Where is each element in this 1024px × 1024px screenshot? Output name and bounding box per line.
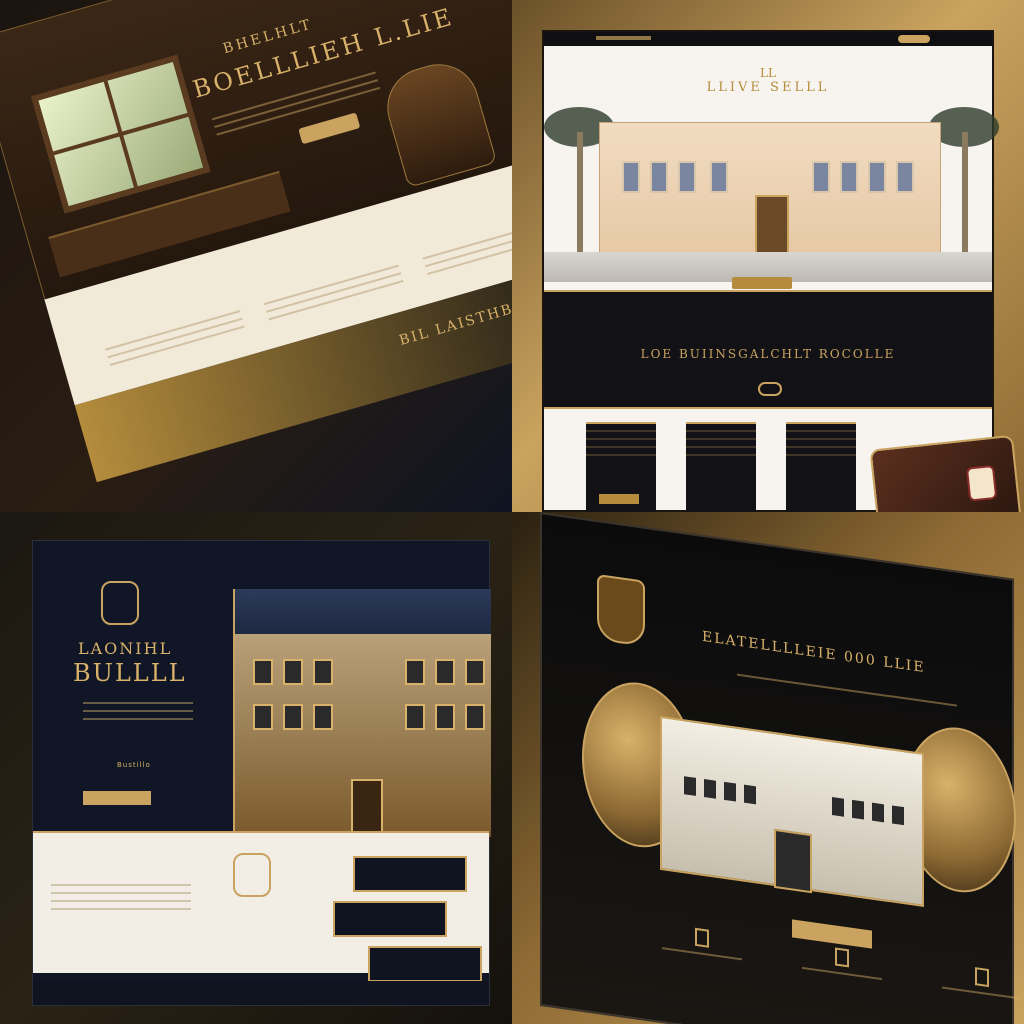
panel-lion: ELATELLLLEIE 000 LLIE <box>512 512 1024 1024</box>
top-bar <box>544 32 992 46</box>
submit-button[interactable] <box>599 494 639 504</box>
panel-desk: BHELHLT BOELLLIEH L.LIE BIL LAISTHBET <box>0 0 512 512</box>
title-main: BULLLL <box>73 659 187 687</box>
estate-website-mockup: LL LLIVE SELLL LOE BUIINSGALCHLT ROCOLLE <box>544 32 1023 512</box>
desk-website-mockup: BHELHLT BOELLLIEH L.LIE BIL LAISTHBET <box>0 0 512 483</box>
chair <box>377 54 498 188</box>
academy-building <box>660 715 924 907</box>
manor-website-mockup: LAONIHL BULLLL Bustillo <box>32 540 491 1006</box>
card[interactable] <box>333 901 447 937</box>
estate-building <box>599 122 941 257</box>
main-door <box>755 195 789 257</box>
manor-building <box>233 589 491 841</box>
dark-section-title: LOE BUIINSGALCHLT ROCOLLE <box>640 347 896 361</box>
hero-text <box>83 696 193 726</box>
dark-section: LOE BUIINSGALCHLT ROCOLLE <box>544 290 992 409</box>
info-column <box>662 923 742 961</box>
logo-bar <box>596 36 651 40</box>
leather-device <box>869 434 1023 512</box>
icon <box>835 947 849 968</box>
card-stack <box>333 856 483 986</box>
crest-icon <box>965 464 998 502</box>
crest-icon <box>101 581 139 625</box>
top-nav <box>85 551 209 559</box>
lion-website-mockup: ELATELLLLEIE 000 LLIE <box>540 512 1022 1024</box>
crest-icon <box>233 853 271 897</box>
concept-grid: BHELHLT BOELLLIEH L.LIE BIL LAISTHBET LL… <box>0 0 1024 1024</box>
card[interactable] <box>368 946 482 982</box>
feature-text <box>51 878 191 916</box>
icon <box>695 927 709 948</box>
hero-cta-button[interactable] <box>83 791 151 805</box>
icon <box>975 967 989 988</box>
footer <box>33 981 489 1005</box>
main-door <box>774 828 812 894</box>
hero-title: ELATELLLLEIE 000 LLIE <box>702 628 926 677</box>
subtitle: Bustillo <box>117 761 151 769</box>
title-top: LAONIHL <box>78 639 173 658</box>
hero-cta-button[interactable] <box>732 277 792 289</box>
crest-icon <box>758 382 782 396</box>
hero-cta-button[interactable] <box>298 112 361 145</box>
info-column <box>942 962 1022 1000</box>
panel-estate: LL LLIVE SELLL LOE BUIINSGALCHLT ROCOLLE <box>512 0 1024 512</box>
window <box>30 54 211 214</box>
card[interactable] <box>353 856 467 892</box>
top-nav <box>712 596 794 615</box>
top-cta-button[interactable] <box>898 35 930 43</box>
panel-manor: LAONIHL BULLLL Bustillo <box>0 512 512 1024</box>
feature-text <box>421 213 512 280</box>
top-nav <box>624 58 748 66</box>
shield-icon <box>597 574 645 647</box>
roof <box>235 589 491 634</box>
